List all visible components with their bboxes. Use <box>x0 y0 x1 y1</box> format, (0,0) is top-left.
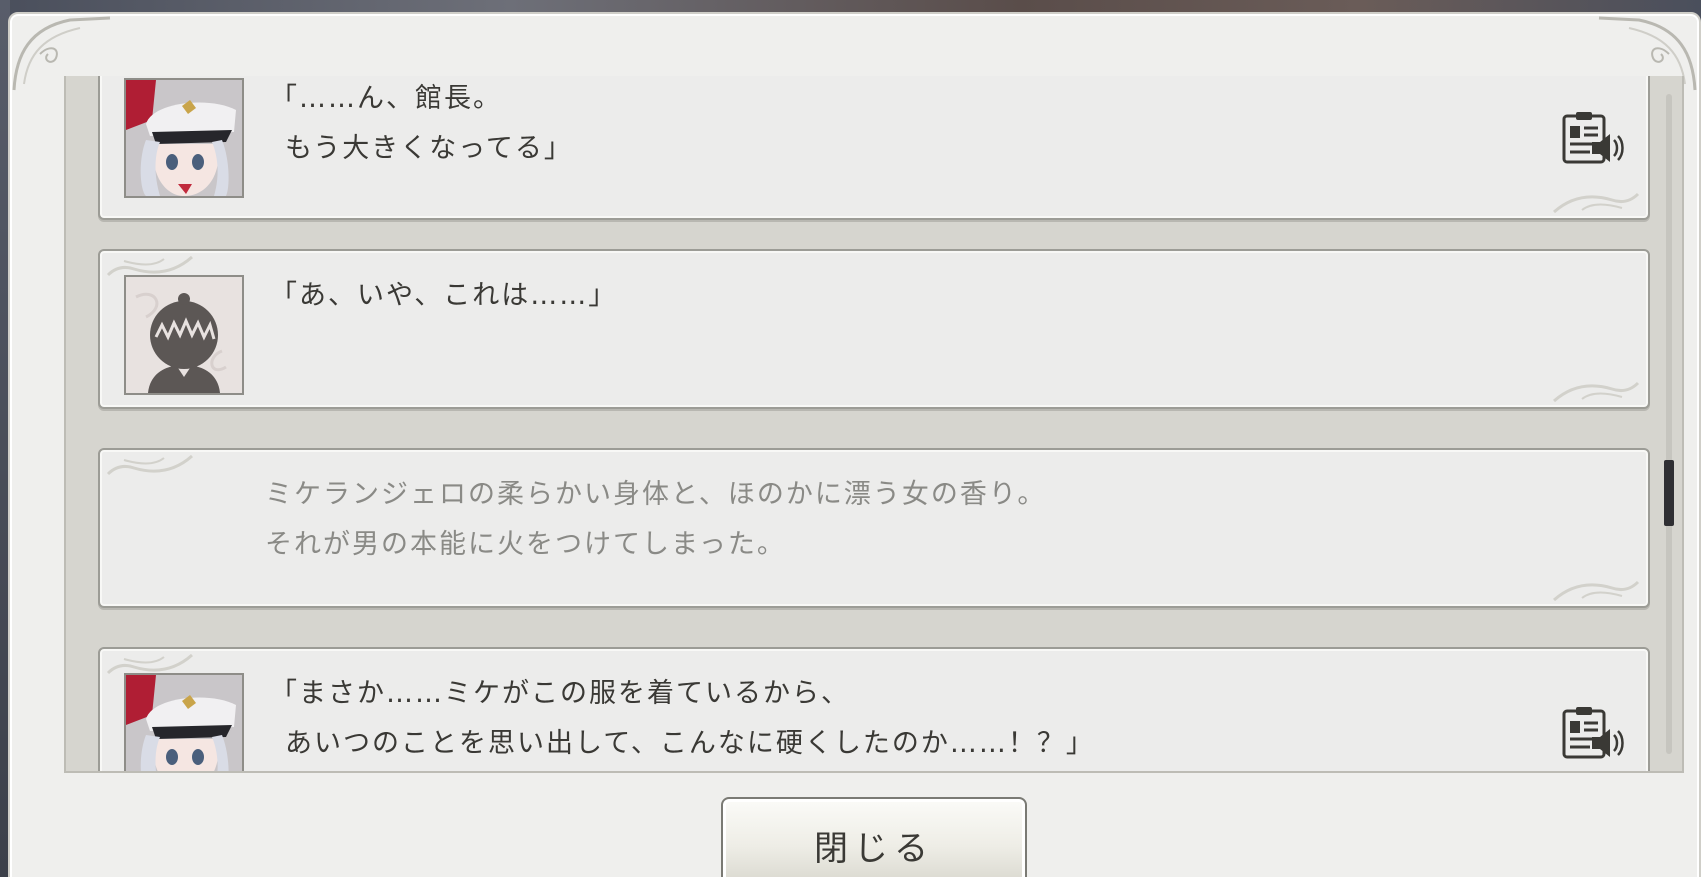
log-list[interactable]: 「……ん、館長。 もう大きくなってる」 「あ、いや、これは……」 ミケランジェロ… <box>64 76 1684 773</box>
narration-line: ミケランジェロの柔らかい身体と、ほのかに漂う女の香り。 <box>265 479 1047 510</box>
log-entry: 「……ん、館長。 もう大きくなってる」 <box>98 76 1650 220</box>
card-ornament <box>1553 192 1640 214</box>
voice-replay-icon[interactable] <box>1562 707 1624 761</box>
player-silhouette-avatar <box>124 275 244 395</box>
narration-line: それが男の本能に火をつけてしまった。 <box>265 529 786 560</box>
backlog-dialog: 「……ん、館長。 もう大きくなってる」 「あ、いや、これは……」 ミケランジェロ… <box>8 12 1701 877</box>
character-portrait <box>124 78 244 198</box>
dialogue-line: 「あ、いや、これは……」 <box>270 280 618 311</box>
voice-replay-icon[interactable] <box>1562 112 1624 166</box>
log-entry-narration: ミケランジェロの柔らかい身体と、ほのかに漂う女の香り。 それが男の本能に火をつけ… <box>98 448 1650 608</box>
close-button-label: 閉じる <box>814 828 934 869</box>
card-ornament <box>1553 381 1640 403</box>
log-entry: 「あ、いや、これは……」 <box>98 249 1650 409</box>
close-button[interactable]: 閉じる <box>721 797 1027 877</box>
card-ornament <box>1553 580 1640 602</box>
dialogue-line: もう大きくなってる」 <box>285 133 573 164</box>
card-ornament <box>106 454 193 476</box>
dialogue-line: あいつのことを思い出して、こんなに硬くしたのか……！？」 <box>285 728 1095 759</box>
dialogue-line: 「……ん、館長。 <box>270 83 502 114</box>
dialogue-line: 「まさか……ミケがこの服を着ているから、 <box>270 678 850 709</box>
scrollbar-thumb[interactable] <box>1664 460 1674 526</box>
character-portrait <box>124 673 244 771</box>
log-entry: 「まさか……ミケがこの服を着ているから、 あいつのことを思い出して、こんなに硬く… <box>98 647 1650 771</box>
scrollbar-track[interactable] <box>1666 94 1672 754</box>
